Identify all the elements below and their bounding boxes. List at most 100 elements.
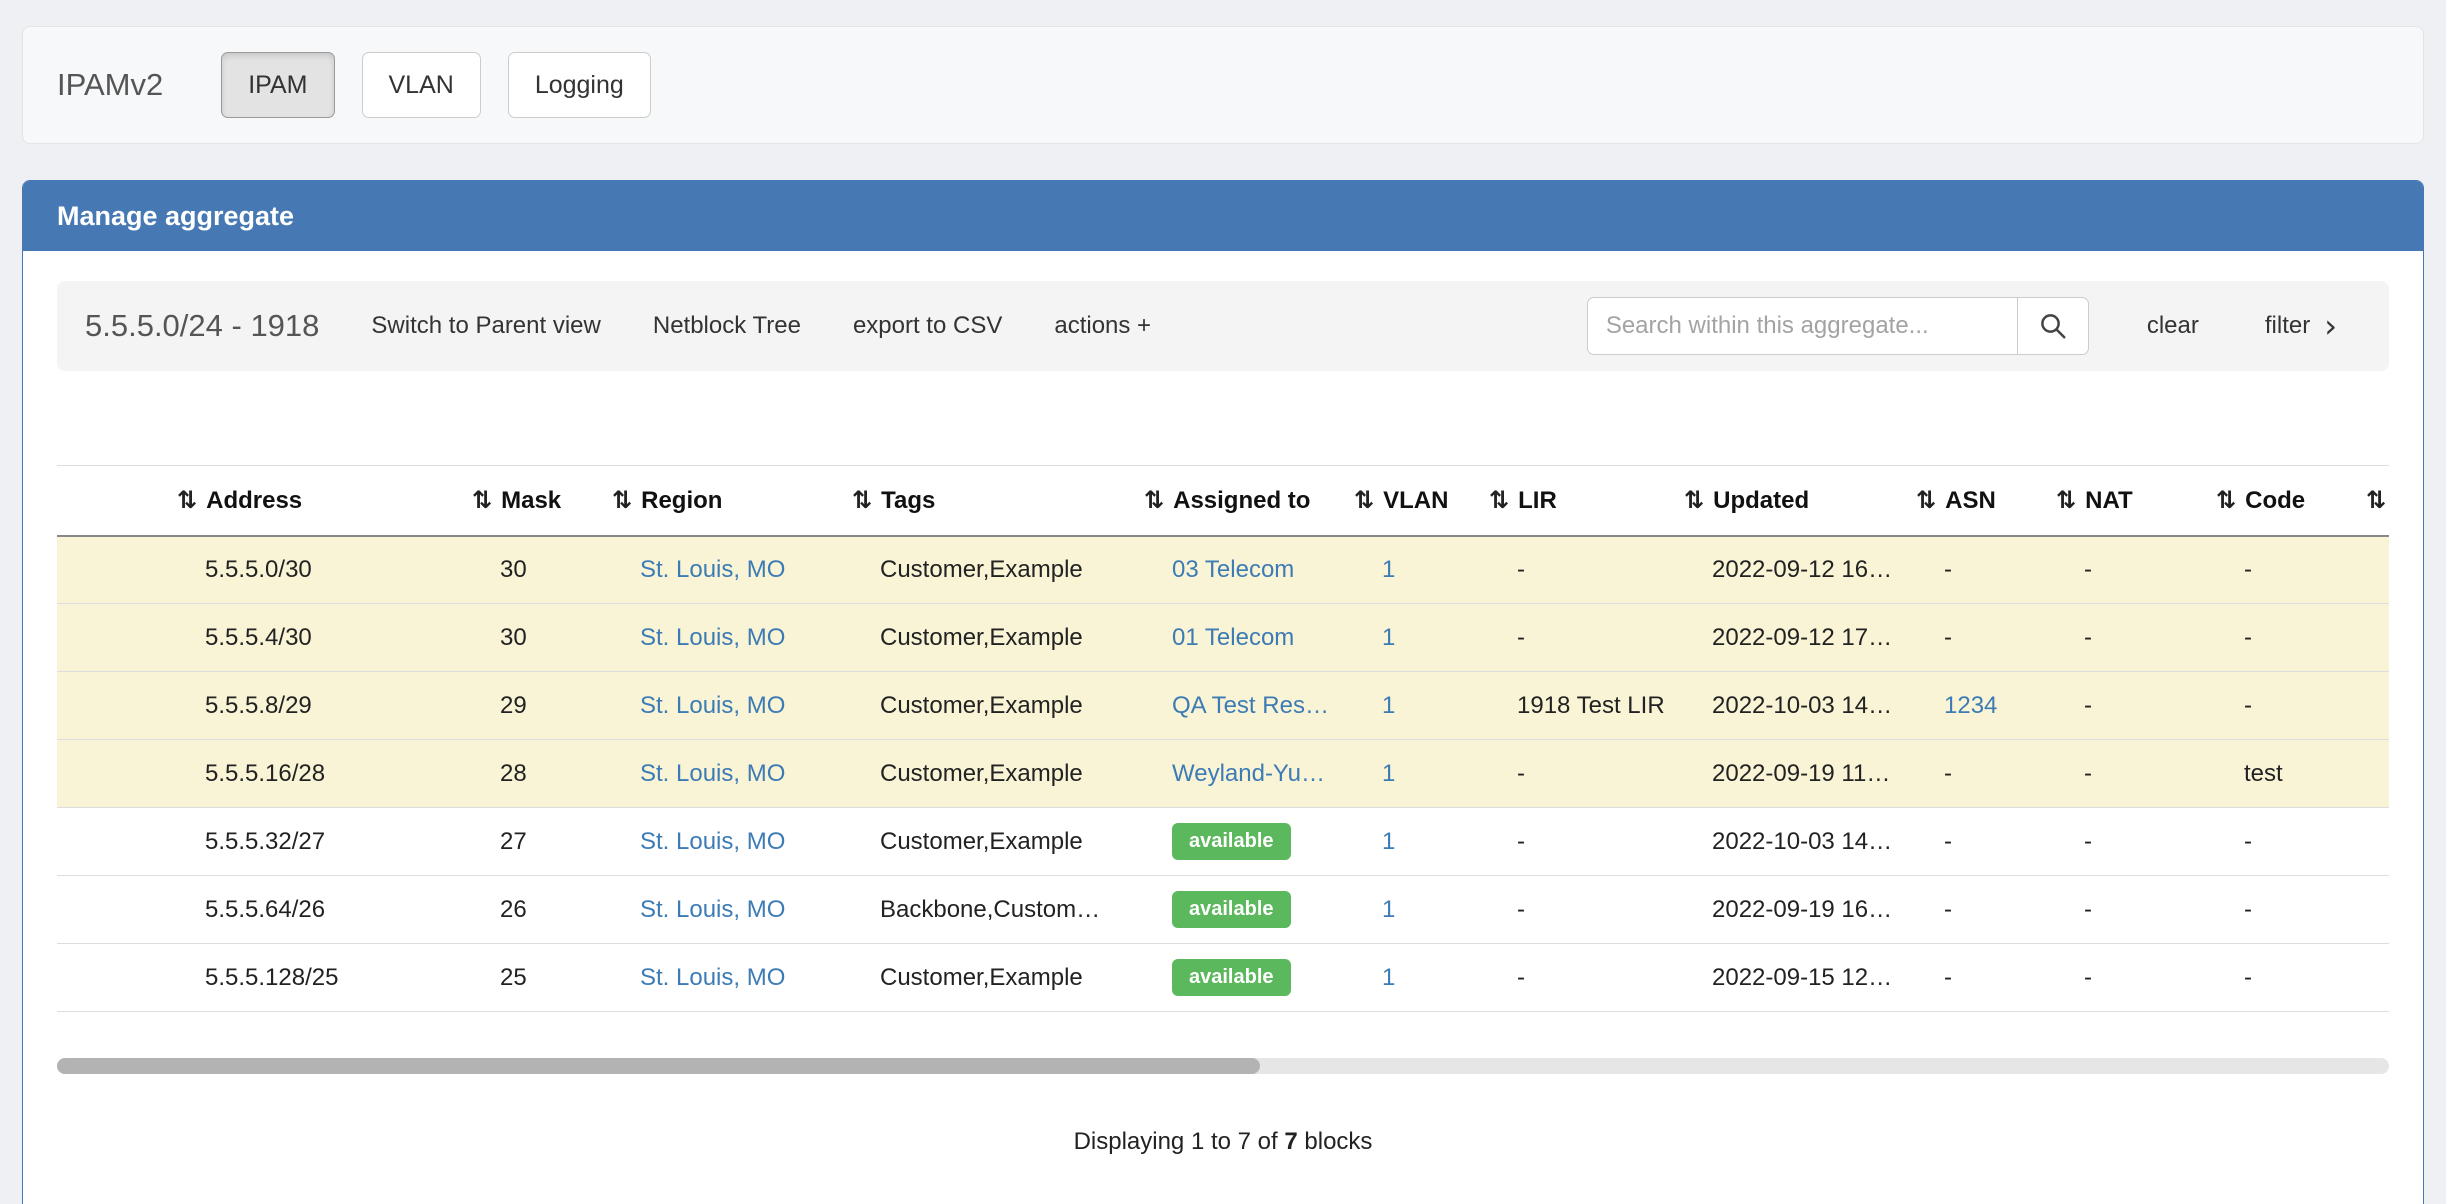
mask-value: 26 bbox=[500, 896, 527, 923]
tab-vlan[interactable]: VLAN bbox=[362, 52, 481, 118]
tab-logging[interactable]: Logging bbox=[508, 52, 651, 118]
region-link[interactable]: St. Louis, MO bbox=[640, 556, 785, 583]
updated-value-cell: 2022-10-03 14… bbox=[1674, 672, 1906, 740]
region-link[interactable]: St. Louis, MO bbox=[640, 692, 785, 719]
tags-value: Customer,Example bbox=[880, 692, 1083, 719]
column-label: LIR bbox=[1518, 487, 1557, 514]
tags-value: Customer,Example bbox=[880, 624, 1083, 651]
export-csv-link[interactable]: export to CSV bbox=[853, 312, 1002, 340]
vlan-link[interactable]: 1 bbox=[1382, 896, 1395, 923]
table-row[interactable]: 5.5.5.32/2727St. Louis, MOCustomer,Examp… bbox=[57, 808, 2389, 876]
column-header-extra[interactable]: ⇅ bbox=[2356, 466, 2389, 536]
code-value-cell: - bbox=[2206, 672, 2356, 740]
actions-menu[interactable]: actions + bbox=[1054, 312, 1151, 340]
row-extra bbox=[2356, 672, 2389, 740]
search-input[interactable] bbox=[1587, 297, 2017, 355]
column-header-asn[interactable]: ⇅ASN bbox=[1906, 466, 2046, 536]
asn-value: - bbox=[1944, 624, 1952, 651]
sort-icon: ⇅ bbox=[1354, 486, 1374, 514]
nat-value-cell: - bbox=[2046, 672, 2206, 740]
search-group bbox=[1587, 297, 2089, 355]
switch-parent-view-link[interactable]: Switch to Parent view bbox=[371, 312, 600, 340]
vlan-link[interactable]: 1 bbox=[1382, 828, 1395, 855]
region-link[interactable]: St. Louis, MO bbox=[640, 624, 785, 651]
vlan-link[interactable]: 1 bbox=[1382, 624, 1395, 651]
address-value: 5.5.5.0/30 bbox=[205, 556, 312, 583]
mask-value: 25 bbox=[500, 964, 527, 991]
asn-value[interactable]: 1234 bbox=[1944, 692, 1997, 719]
mask-value-cell: 26 bbox=[462, 876, 602, 944]
nat-value: - bbox=[2084, 964, 2092, 991]
mask-value-cell: 25 bbox=[462, 944, 602, 1012]
row-extra bbox=[2356, 876, 2389, 944]
nat-value: - bbox=[2084, 624, 2092, 651]
tags-value-cell: Customer,Example bbox=[842, 944, 1134, 1012]
column-header-tags[interactable]: ⇅Tags bbox=[842, 466, 1134, 536]
column-label: Updated bbox=[1713, 487, 1809, 514]
region-link[interactable]: St. Louis, MO bbox=[640, 828, 785, 855]
table-row[interactable]: 5.5.5.8/2929St. Louis, MOCustomer,Exampl… bbox=[57, 672, 2389, 740]
vlan-link[interactable]: 1 bbox=[1382, 964, 1395, 991]
row-spacer bbox=[57, 672, 167, 740]
pagination-count: 7 bbox=[1284, 1128, 1297, 1155]
filter-link[interactable]: filter › bbox=[2265, 310, 2337, 342]
asn-value: - bbox=[1944, 964, 1952, 991]
assigned-link[interactable]: 03 Telecom bbox=[1172, 556, 1294, 583]
tab-ipam[interactable]: IPAM bbox=[221, 52, 334, 118]
nat-value-cell: - bbox=[2046, 536, 2206, 604]
nat-value: - bbox=[2084, 896, 2092, 923]
assigned-cell: 01 Telecom bbox=[1134, 604, 1344, 672]
assigned-link[interactable]: QA Test Res… bbox=[1172, 692, 1329, 719]
region-link[interactable]: St. Louis, MO bbox=[640, 760, 785, 787]
table-row[interactable]: 5.5.5.0/3030St. Louis, MOCustomer,Exampl… bbox=[57, 536, 2389, 604]
code-value: - bbox=[2244, 964, 2252, 991]
tags-value-cell: Customer,Example bbox=[842, 808, 1134, 876]
column-header-address[interactable]: ⇅Address bbox=[167, 466, 462, 536]
tags-value: Customer,Example bbox=[880, 828, 1083, 855]
row-extra bbox=[2356, 604, 2389, 672]
mask-value: 27 bbox=[500, 828, 527, 855]
search-button[interactable] bbox=[2017, 297, 2089, 355]
updated-value: 2022-09-12 17… bbox=[1712, 624, 1892, 651]
row-spacer bbox=[57, 876, 167, 944]
tags-value-cell: Customer,Example bbox=[842, 536, 1134, 604]
address-value-cell: 5.5.5.0/30 bbox=[167, 536, 462, 604]
vlan-link-cell: 1 bbox=[1344, 944, 1479, 1012]
scrollbar-thumb[interactable] bbox=[57, 1058, 1260, 1074]
column-header-region[interactable]: ⇅Region bbox=[602, 466, 842, 536]
table-row[interactable]: 5.5.5.16/2828St. Louis, MOCustomer,Examp… bbox=[57, 740, 2389, 808]
column-label: VLAN bbox=[1383, 487, 1448, 514]
tags-value-cell: Customer,Example bbox=[842, 672, 1134, 740]
vlan-link[interactable]: 1 bbox=[1382, 692, 1395, 719]
column-header-nat[interactable]: ⇅NAT bbox=[2046, 466, 2206, 536]
assigned-link[interactable]: Weyland-Yu… bbox=[1172, 760, 1325, 787]
region-link[interactable]: St. Louis, MO bbox=[640, 964, 785, 991]
table-row[interactable]: 5.5.5.128/25 25 St. Louis, MO Customer,Exam… bbox=[57, 944, 2389, 1012]
column-label: NAT bbox=[2085, 487, 2133, 514]
region-link[interactable]: St. Louis, MO bbox=[640, 896, 785, 923]
asn-value: - bbox=[1944, 896, 1952, 923]
horizontal-scrollbar[interactable] bbox=[57, 1058, 2389, 1074]
sort-icon: ⇅ bbox=[2216, 486, 2236, 514]
clear-link[interactable]: clear bbox=[2147, 312, 2199, 340]
table-row[interactable]: 5.5.5.4/3030St. Louis, MOCustomer,Exampl… bbox=[57, 604, 2389, 672]
column-header-vlan[interactable]: ⇅ VLAN bbox=[1344, 466, 1479, 536]
updated-value: 2022-09-15 12… bbox=[1712, 964, 1892, 991]
vlan-link[interactable]: 1 bbox=[1382, 556, 1395, 583]
assigned-link[interactable]: 01 Telecom bbox=[1172, 624, 1294, 651]
column-header-code[interactable]: ⇅Code bbox=[2206, 466, 2356, 536]
column-header-assigned-to[interactable]: ⇅Assigned to bbox=[1134, 466, 1344, 536]
vlan-link[interactable]: 1 bbox=[1382, 760, 1395, 787]
column-header-lir[interactable]: ⇅LIR bbox=[1479, 466, 1674, 536]
column-header-mask[interactable]: ⇅Mask bbox=[462, 466, 602, 536]
table-row[interactable]: 5.5.5.64/2626St. Louis, MOBackbone,Custo… bbox=[57, 876, 2389, 944]
sort-icon: ⇅ bbox=[472, 486, 492, 514]
column-header-updated[interactable]: ⇅ Updated bbox=[1674, 466, 1906, 536]
asn-value-cell: - bbox=[1906, 808, 2046, 876]
code-value-cell: - bbox=[2206, 876, 2356, 944]
updated-value-cell: 2022-10-03 14… bbox=[1674, 808, 1906, 876]
asn-value: - bbox=[1944, 556, 1952, 583]
sort-icon: ⇅ bbox=[1684, 486, 1704, 514]
netblock-tree-link[interactable]: Netblock Tree bbox=[653, 312, 801, 340]
address-value: 5.5.5.128/25 bbox=[205, 964, 338, 991]
